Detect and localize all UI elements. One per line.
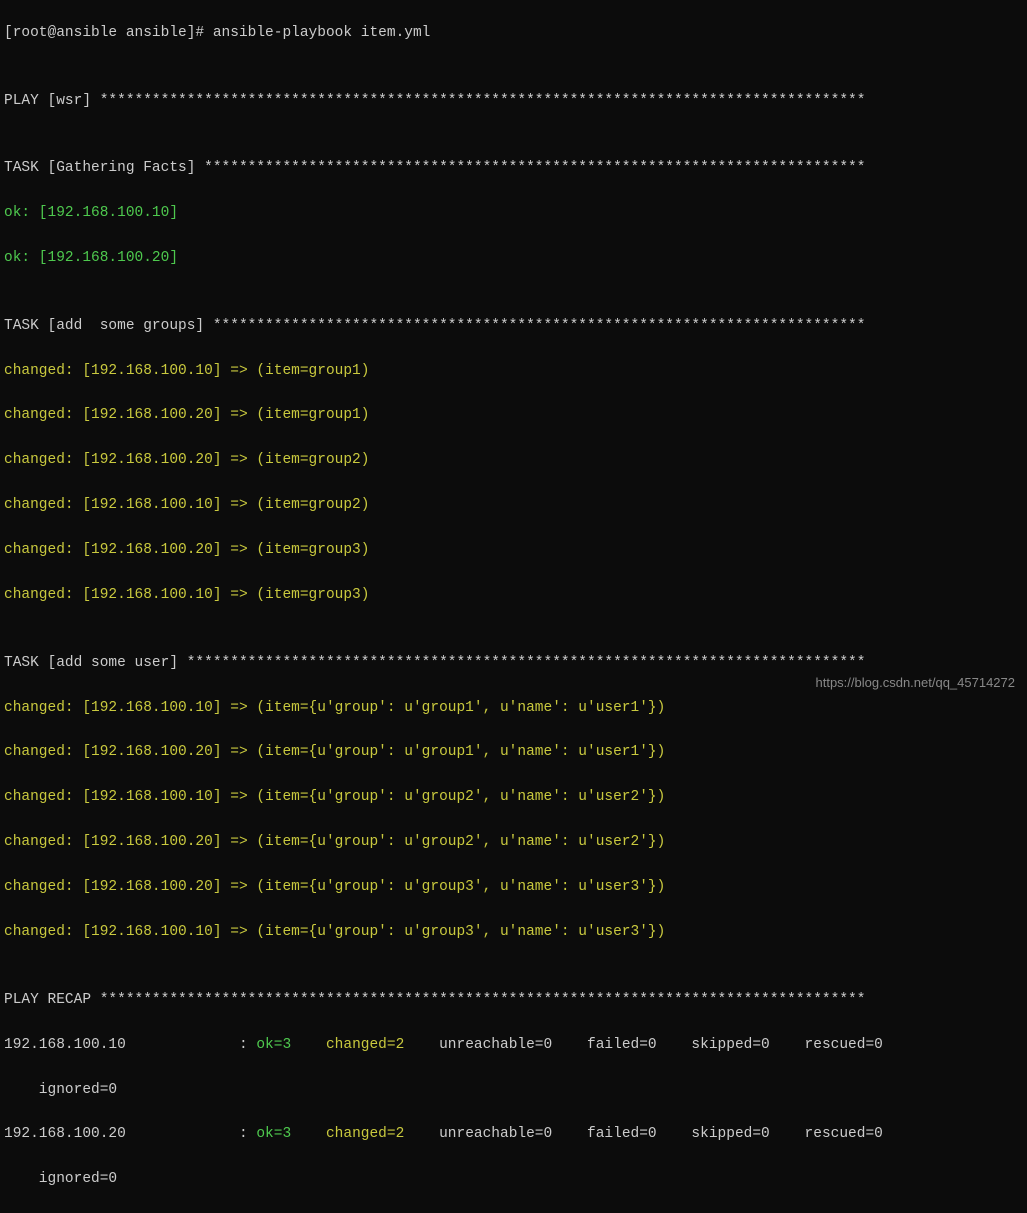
changed-status-line: changed: [192.168.100.10] => (item={u'gr…: [4, 786, 1023, 808]
recap-line: 192.168.100.20 : ok=3 changed=2 unreacha…: [4, 1123, 1023, 1145]
recap-line: 192.168.100.10 : ok=3 changed=2 unreacha…: [4, 1034, 1023, 1056]
recap-rest: unreachable=0 failed=0 skipped=0 rescued…: [430, 1126, 882, 1142]
changed-status-line: changed: [192.168.100.20] => (item=group…: [4, 404, 1023, 426]
task-add-groups: TASK [add some groups] *****************…: [4, 315, 1023, 337]
changed-status-line: changed: [192.168.100.10] => (item=group…: [4, 584, 1023, 606]
changed-status-line: changed: [192.168.100.10] => (item=group…: [4, 494, 1023, 516]
changed-status-line: changed: [192.168.100.10] => (item={u'gr…: [4, 921, 1023, 943]
task-gathering-facts: TASK [Gathering Facts] *****************…: [4, 157, 1023, 179]
changed-status-line: changed: [192.168.100.10] => (item={u'gr…: [4, 697, 1023, 719]
recap-ok: ok=3: [256, 1126, 317, 1142]
changed-status-line: changed: [192.168.100.10] => (item=group…: [4, 360, 1023, 382]
recap-host: 192.168.100.20 :: [4, 1126, 256, 1142]
task-add-users: TASK [add some user] *******************…: [4, 652, 1023, 674]
recap-changed: changed=2: [317, 1126, 430, 1142]
terminal-output: [root@ansible ansible]# ansible-playbook…: [0, 0, 1027, 1213]
changed-status-line: changed: [192.168.100.20] => (item=group…: [4, 539, 1023, 561]
changed-status-line: changed: [192.168.100.20] => (item={u'gr…: [4, 831, 1023, 853]
changed-status-line: changed: [192.168.100.20] => (item={u'gr…: [4, 741, 1023, 763]
play-header: PLAY [wsr] *****************************…: [4, 90, 1023, 112]
changed-status-line: changed: [192.168.100.20] => (item={u'gr…: [4, 876, 1023, 898]
recap-ok: ok=3: [256, 1037, 317, 1053]
watermark-text: https://blog.csdn.net/qq_45714272: [816, 673, 1016, 693]
recap-rest: unreachable=0 failed=0 skipped=0 rescued…: [430, 1037, 882, 1053]
changed-status-line: changed: [192.168.100.20] => (item=group…: [4, 449, 1023, 471]
ok-status-line: ok: [192.168.100.20]: [4, 247, 1023, 269]
ok-status-line: ok: [192.168.100.10]: [4, 202, 1023, 224]
recap-host: 192.168.100.10 :: [4, 1037, 256, 1053]
command-prompt: [root@ansible ansible]# ansible-playbook…: [4, 22, 1023, 44]
play-recap-header: PLAY RECAP *****************************…: [4, 989, 1023, 1011]
recap-changed: changed=2: [317, 1037, 430, 1053]
recap-ignored: ignored=0: [4, 1168, 1023, 1190]
recap-ignored: ignored=0: [4, 1079, 1023, 1101]
